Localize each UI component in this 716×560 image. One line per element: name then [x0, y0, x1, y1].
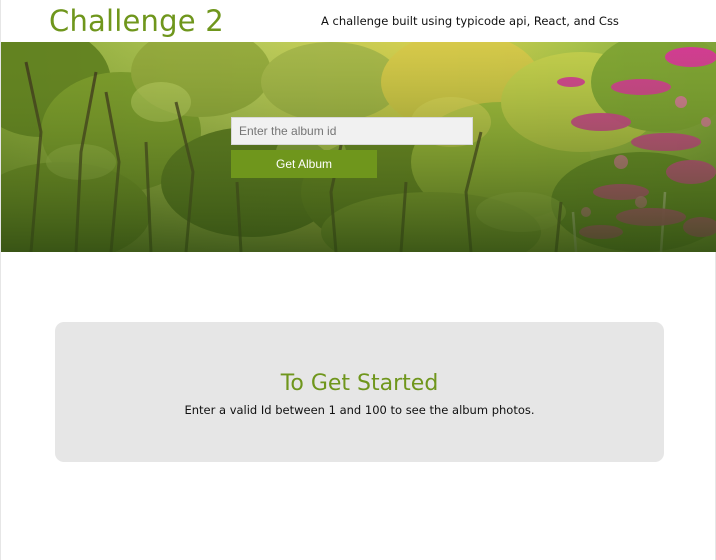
- page: Challenge 2 A challenge built using typi…: [0, 0, 716, 560]
- site-tagline: A challenge built using typicode api, Re…: [321, 14, 619, 28]
- site-title: Challenge 2: [49, 4, 224, 38]
- site-header: Challenge 2 A challenge built using typi…: [1, 0, 716, 42]
- card-title: To Get Started: [280, 371, 439, 396]
- album-id-input[interactable]: [231, 117, 473, 145]
- get-album-button[interactable]: Get Album: [231, 150, 377, 178]
- get-started-card: To Get Started Enter a valid Id between …: [55, 322, 664, 462]
- card-instructions: Enter a valid Id between 1 and 100 to se…: [184, 403, 535, 417]
- hero-banner: Get Album: [1, 42, 716, 252]
- hero-forest-image: [1, 42, 716, 252]
